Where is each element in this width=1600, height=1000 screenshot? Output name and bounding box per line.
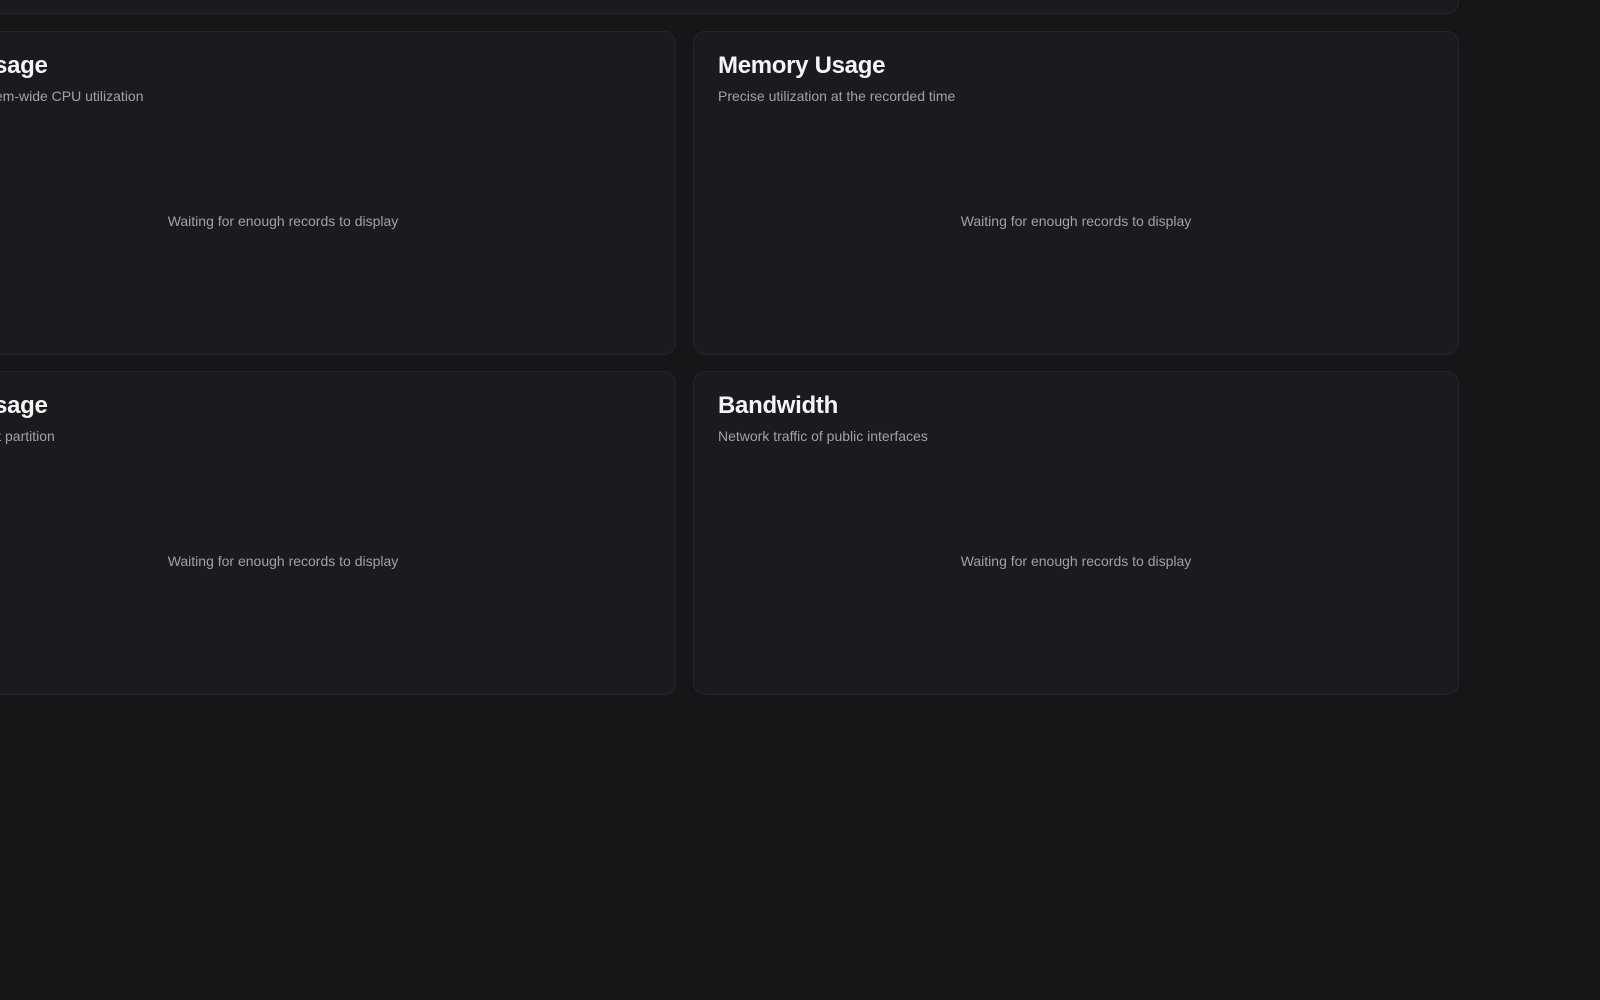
cpu-usage-card: Usage ystem-wide CPU utilization Waiting… (0, 31, 676, 355)
bandwidth-title: Bandwidth (718, 392, 838, 419)
cpu-usage-title: Usage (0, 52, 48, 79)
memory-usage-card: Memory Usage Precise utilization at the … (693, 31, 1459, 355)
memory-usage-empty-message: Waiting for enough records to display (960, 213, 1192, 229)
cpu-usage-subtitle: ystem-wide CPU utilization (0, 88, 144, 104)
disk-usage-empty-message: Waiting for enough records to display (167, 553, 399, 569)
disk-usage-card: Usage root partition Waiting for enough … (0, 371, 676, 695)
disk-usage-title: Usage (0, 392, 48, 419)
cpu-usage-empty-message: Waiting for enough records to display (167, 213, 399, 229)
previous-card-bottom-edge (0, 0, 1459, 14)
memory-usage-title: Memory Usage (718, 52, 886, 79)
bandwidth-subtitle: Network traffic of public interfaces (718, 428, 928, 444)
bandwidth-card: Bandwidth Network traffic of public inte… (693, 371, 1459, 695)
disk-usage-subtitle: root partition (0, 428, 55, 444)
bandwidth-empty-message: Waiting for enough records to display (960, 553, 1192, 569)
memory-usage-subtitle: Precise utilization at the recorded time (718, 88, 956, 104)
dashboard-viewport: Usage ystem-wide CPU utilization Waiting… (0, 0, 1600, 1000)
